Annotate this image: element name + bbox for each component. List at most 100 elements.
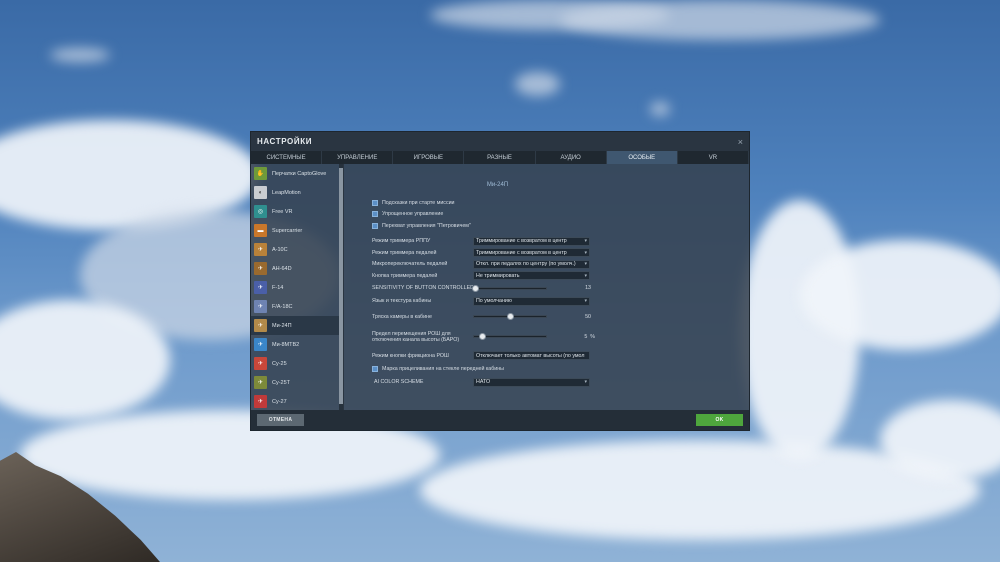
sidebar-item-label: Ми-24П — [272, 322, 292, 329]
setting-row-rosh-limit: Предел перемещения РОШ для отключения ка… — [372, 327, 595, 347]
aircraft-icon: ✈ — [254, 376, 267, 389]
setting-label: Тряска камеры в кабине — [372, 313, 432, 320]
leap-icon: ◐ — [254, 186, 267, 199]
sidebar-item-su25[interactable]: ✈ Су-25 — [251, 354, 343, 373]
setting-row-sensitivity: SENSITIVITY OF BUTTON CONTROLLED PEC 13 — [372, 282, 591, 295]
sidebar-item-label: Су-25Т — [272, 379, 291, 386]
tab-controls[interactable]: УПРАВЛЕНИЕ — [322, 151, 394, 164]
carrier-icon: ▬ — [254, 224, 267, 237]
sidebar-item-fa18c[interactable]: ✈ F/A-18C — [251, 297, 343, 316]
tab-audio[interactable]: АУДИО — [536, 151, 607, 164]
cyclic-trimmer-select[interactable]: Триммирование с возвратом в центр ▾ — [473, 236, 590, 246]
rosh-limit-value: 5 % — [569, 334, 595, 340]
sidebar-item-mi8mtv2[interactable]: ✈ Ми-8МТВ2 — [251, 335, 343, 354]
select-value: НАТО — [476, 379, 491, 385]
sidebar-scroll-thumb[interactable] — [339, 168, 343, 404]
setting-row-cyclic-trimmer: Режим триммера РППУ Триммирование с возв… — [372, 236, 743, 248]
camera-shake-slider[interactable] — [473, 313, 547, 320]
chevron-down-icon: ▾ — [584, 272, 587, 279]
checkbox-simplified-controls[interactable]: Упрощенное управление — [372, 209, 743, 221]
setting-label: Кнопка триммера педалей — [372, 272, 438, 279]
aircraft-icon: ✈ — [254, 395, 267, 408]
sidebar-scrollbar[interactable] — [339, 164, 343, 410]
settings-tabs: СИСТЕМНЫЕ УПРАВЛЕНИЕ ИГРОВЫЕ РАЗНЫЕ АУДИ… — [251, 151, 749, 164]
checkbox-checked-icon[interactable] — [372, 199, 378, 206]
helicopter-icon: ✈ — [254, 262, 267, 275]
rosh-limit-slider[interactable] — [473, 333, 547, 340]
close-icon[interactable]: × — [738, 137, 743, 147]
checkbox-checked-icon[interactable] — [372, 211, 378, 218]
dialog-title: НАСТРОЙКИ — [257, 137, 313, 146]
checkbox-aiming-mark[interactable]: Марка прицеливания на стекле передней ка… — [372, 363, 743, 376]
tab-misc[interactable]: РАЗНЫЕ — [464, 151, 536, 164]
setting-row-pedal-trimmer: Режим триммера педалей Триммирование с в… — [372, 247, 743, 259]
tab-gameplay[interactable]: ИГРОВЫЕ — [393, 151, 465, 164]
sidebar-item-a10c[interactable]: ✈ A-10C — [251, 240, 343, 259]
value-unit: % — [590, 333, 595, 340]
sidebar-item-su27[interactable]: ✈ Су-27 — [251, 392, 343, 410]
sidebar-item-f14[interactable]: ✈ F-14 — [251, 278, 343, 297]
pedal-trim-button-select[interactable]: Не триммировать ▾ — [473, 271, 590, 281]
checkbox-checked-icon[interactable] — [372, 366, 378, 372]
tab-vr[interactable]: VR — [678, 151, 749, 164]
setting-label: AI COLOR SCHEME — [374, 379, 424, 385]
sidebar-item-label: Ми-8МТВ2 — [272, 341, 300, 348]
ai-color-select[interactable]: НАТО ▾ — [473, 377, 590, 387]
slider-knob[interactable] — [479, 333, 487, 340]
slider-knob[interactable] — [471, 284, 479, 292]
setting-label-line: отключения канала высоты (БАРО) — [372, 336, 460, 343]
rosh-mode-select[interactable]: Отключает только автомат высоты (по умол — [473, 351, 590, 360]
select-value: Откл. при педалях по центру (по умолч.) — [476, 261, 576, 268]
sidebar-item-captoglove[interactable]: ✋ Перчатки CaptoGlove — [251, 164, 343, 183]
aircraft-icon: ✈ — [254, 243, 267, 256]
helicopter-icon: ✈ — [254, 338, 267, 351]
sidebar-item-label: F-14 — [272, 284, 284, 291]
sidebar-item-label: Су-27 — [272, 398, 287, 405]
chevron-down-icon: ▾ — [584, 261, 587, 268]
chevron-down-icon: ▾ — [584, 249, 587, 256]
aircraft-icon: ✈ — [254, 281, 267, 294]
ok-button[interactable]: OK — [696, 414, 743, 426]
cancel-button[interactable]: ОТМЕНА — [257, 414, 304, 426]
dialog-body: ✋ Перчатки CaptoGlove ◐ LeapMotion ◎ Fre… — [251, 164, 749, 410]
dialog-footer: ОТМЕНА OK — [251, 410, 749, 430]
module-settings-panel: Ми-24П Подсказки при старте миссии Упрощ… — [344, 164, 749, 410]
sidebar-item-leapmotion[interactable]: ◐ LeapMotion — [251, 183, 343, 202]
checkbox-label: Подсказки при старте миссии — [382, 199, 455, 206]
sidebar-item-label: Supercarrier — [272, 227, 303, 234]
setting-row-camera-shake: Тряска камеры в кабине 50 — [372, 308, 591, 326]
sidebar-item-label: Перчатки CaptoGlove — [272, 170, 327, 177]
checkbox-label: Марка прицеливания на стекле передней ка… — [382, 366, 504, 372]
select-value: Не триммировать — [476, 272, 520, 279]
cockpit-language-select[interactable]: По умолчанию ▾ — [473, 296, 590, 306]
pedal-microswitch-select[interactable]: Откл. при педалях по центру (по умолч.) … — [473, 259, 590, 269]
sidebar-item-su25t[interactable]: ✈ Су-25Т — [251, 373, 343, 392]
aircraft-icon: ✈ — [254, 357, 267, 370]
select-value: Триммирование с возвратом в центр — [476, 249, 567, 256]
sidebar-item-label: Су-25 — [272, 360, 287, 367]
checkbox-petrovich-takeover[interactable]: Перехват управления "Петровичем" — [372, 220, 743, 232]
checkbox-mission-hints[interactable]: Подсказки при старте миссии — [372, 197, 743, 209]
sidebar-item-supercarrier[interactable]: ▬ Supercarrier — [251, 221, 343, 240]
setting-label: Режим кнопки фрикциона РОШ — [372, 352, 449, 359]
setting-row-pedal-trim-button: Кнопка триммера педалей Не триммировать … — [372, 270, 743, 282]
sensitivity-value: 13 — [585, 285, 591, 291]
pedal-trimmer-select[interactable]: Триммирование с возвратом в центр ▾ — [473, 248, 590, 258]
checkbox-label: Упрощенное управление — [382, 211, 444, 218]
slider-knob[interactable] — [506, 313, 514, 320]
sidebar-item-mi24p[interactable]: ✈ Ми-24П — [251, 316, 343, 335]
tab-special[interactable]: ОСОБЫЕ — [606, 151, 678, 164]
value-number: 5 — [584, 333, 588, 340]
sensitivity-slider[interactable] — [471, 284, 547, 292]
chevron-down-icon: ▾ — [584, 238, 587, 245]
setting-label: SENSITIVITY OF BUTTON CONTROLLED PEC — [372, 285, 473, 291]
section-title: Ми-24П — [486, 182, 509, 188]
sidebar-item-freevr[interactable]: ◎ Free VR — [251, 202, 343, 221]
sidebar-item-label: F/A-18C — [272, 303, 293, 310]
setting-row-rosh-mode: Режим кнопки фрикциона РОШ Отключает тол… — [372, 349, 743, 363]
module-sidebar: ✋ Перчатки CaptoGlove ◐ LeapMotion ◎ Fre… — [251, 164, 344, 410]
tab-system[interactable]: СИСТЕМНЫЕ — [251, 151, 323, 164]
setting-label: Режим триммера РППУ — [372, 238, 431, 245]
checkbox-checked-icon[interactable] — [372, 222, 378, 229]
sidebar-item-ah64d[interactable]: ✈ AH-64D — [251, 259, 343, 278]
